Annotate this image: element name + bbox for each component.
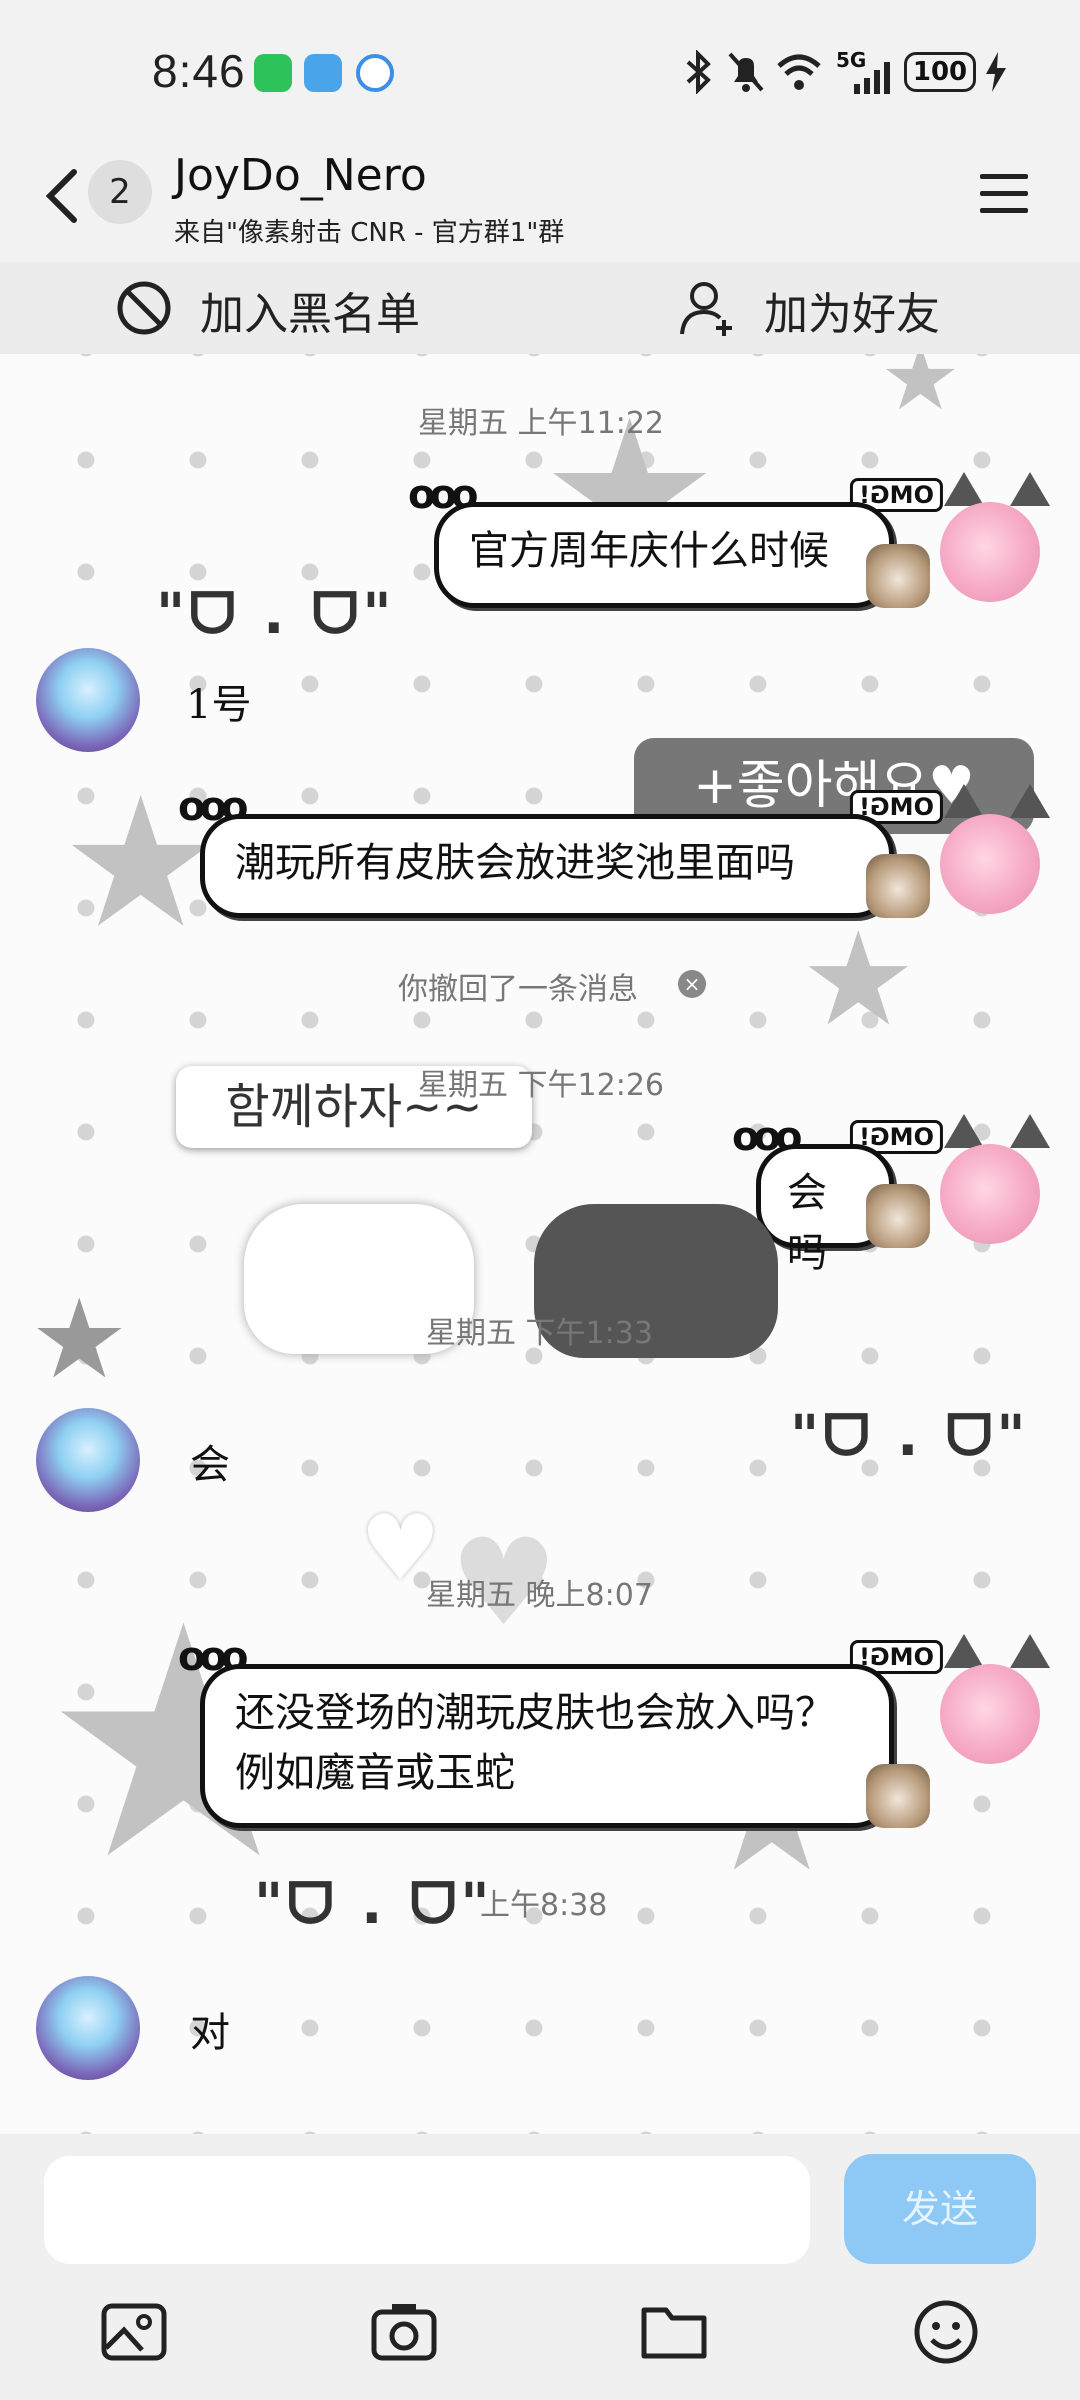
- message-text: 还没登场的潮玩皮肤也会放入吗？例如魔音或玉蛇: [235, 1690, 835, 1796]
- browser-icon: [356, 54, 394, 92]
- avatar-ear: [944, 1634, 984, 1668]
- face-decoration: "ᗜ . ᗜ": [156, 582, 396, 647]
- message-text-received[interactable]: 对: [190, 2000, 230, 2058]
- avatar-ear: [1010, 784, 1050, 818]
- emoji-icon[interactable]: [910, 2296, 982, 2368]
- avatar-ear: [944, 472, 984, 506]
- close-icon[interactable]: ×: [678, 970, 706, 998]
- message-bubble-sent[interactable]: 潮玩所有皮肤会放进奖池里面吗: [200, 814, 894, 918]
- message-text-received[interactable]: 会: [190, 1432, 230, 1490]
- contact-avatar[interactable]: [36, 648, 140, 752]
- chat-area[interactable]: ★ ★ ★ ★ ★ ★ ★ ♥ ♥ 星期五 上午11:22 ooo OMG! 官…: [0, 354, 1080, 2134]
- my-avatar[interactable]: [940, 1144, 1040, 1244]
- cat-sticker: [866, 1764, 930, 1828]
- back-arrow-icon[interactable]: [34, 160, 94, 230]
- blacklist-button[interactable]: 加入黑名单: [116, 278, 546, 340]
- wechat-icon: [254, 54, 292, 92]
- recall-notice: 你撤回了一条消息: [398, 972, 638, 1007]
- contact-avatar[interactable]: [36, 1408, 140, 1512]
- avatar-ear: [1010, 1114, 1050, 1148]
- my-avatar[interactable]: [940, 502, 1040, 602]
- message-text: 潮玩所有皮肤会放进奖池里面吗: [235, 840, 795, 886]
- battery-level: 100: [904, 52, 976, 92]
- bluetooth-icon: [686, 50, 711, 94]
- my-avatar[interactable]: [940, 1664, 1040, 1764]
- message-text-received[interactable]: 1号: [186, 672, 251, 730]
- chat-title: JoyDo_Nero: [174, 150, 427, 201]
- status-time: 8:46: [152, 45, 246, 97]
- unread-badge[interactable]: 2: [88, 160, 152, 224]
- add-friend-label: 加为好友: [764, 289, 940, 340]
- timestamp: 上午8:38: [480, 1888, 608, 1923]
- avatar-ear: [944, 784, 984, 818]
- avatar-ear: [1010, 1634, 1050, 1668]
- star-decoration: ★: [880, 354, 961, 431]
- message-text: 官方周年庆什么时候: [469, 528, 829, 574]
- timestamp: 星期五 下午1:33: [426, 1316, 653, 1351]
- cat-sticker: [866, 544, 930, 608]
- message-bubble-sent[interactable]: 还没登场的潮玩皮肤也会放入吗？例如魔音或玉蛇: [200, 1664, 894, 1828]
- star-decoration: ★: [800, 903, 917, 1055]
- timestamp: 星期五 下午12:26: [418, 1068, 664, 1103]
- face-decoration: "ᗜ . ᗜ": [254, 1872, 494, 1937]
- image-icon[interactable]: [98, 2296, 170, 2368]
- timestamp: 星期五 晚上8:07: [426, 1578, 653, 1613]
- add-user-icon: [680, 282, 732, 336]
- block-icon: [117, 281, 171, 335]
- message-input[interactable]: [44, 2156, 810, 2264]
- timestamp: 星期五 上午11:22: [418, 406, 664, 441]
- message-bubble-sent[interactable]: 官方周年庆什么时候: [434, 502, 894, 608]
- avatar-ear: [944, 1114, 984, 1148]
- blacklist-label: 加入黑名单: [200, 289, 420, 340]
- signal-icon: [854, 62, 890, 94]
- add-friend-button[interactable]: 加为好友: [680, 278, 1000, 340]
- camera-icon[interactable]: [368, 2296, 440, 2368]
- my-avatar[interactable]: [940, 814, 1040, 914]
- menu-icon[interactable]: [978, 172, 1030, 216]
- charging-icon: [986, 52, 1006, 92]
- chat-source-group: 来自"像素射击 CNR - 官方群1"群: [174, 218, 565, 248]
- cat-sticker: [866, 1184, 930, 1248]
- star-decoration: ★: [30, 1275, 129, 1403]
- message-text: 会吗: [787, 1170, 827, 1276]
- avatar-ear: [1010, 472, 1050, 506]
- wifi-icon: [777, 54, 821, 90]
- face-decoration: "ᗜ . ᗜ": [790, 1404, 1030, 1469]
- mute-bell-icon: [728, 52, 764, 92]
- folder-icon[interactable]: [638, 2296, 710, 2368]
- weather-icon: [304, 54, 342, 92]
- contact-avatar[interactable]: [36, 1976, 140, 2080]
- cat-sticker: [866, 854, 930, 918]
- send-button[interactable]: 发送: [844, 2154, 1036, 2264]
